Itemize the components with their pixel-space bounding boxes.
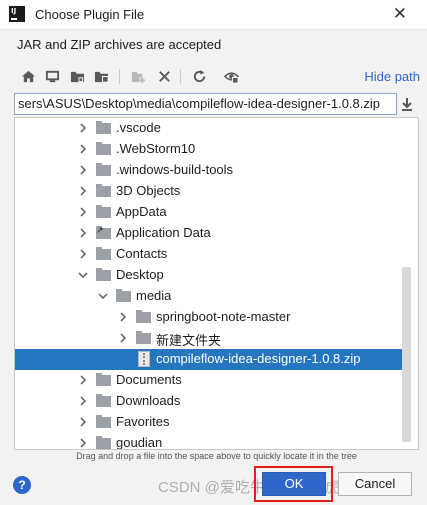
close-icon[interactable]: ✕ (393, 4, 407, 24)
tree-folder-item[interactable]: Contacts (15, 244, 405, 265)
chevron-right-icon[interactable] (117, 332, 129, 344)
tree-item-label: goudian (116, 435, 163, 450)
tree-folder-item[interactable]: springboot-note-master (15, 307, 405, 328)
chevron-right-icon[interactable] (77, 248, 89, 260)
hide-path-link[interactable]: Hide path (364, 69, 420, 84)
chevron-down-icon[interactable] (97, 290, 109, 302)
chevron-right-icon[interactable] (77, 416, 89, 428)
tree-folder-item[interactable]: Documents (15, 370, 405, 391)
tree-item-label: springboot-note-master (156, 309, 291, 324)
tree-folder-item[interactable]: Desktop (15, 265, 405, 286)
tree-folder-item[interactable]: ↗ Application Data (15, 223, 405, 244)
tree-item-label: Favorites (116, 414, 170, 429)
help-icon[interactable]: ? (13, 476, 31, 494)
delete-icon[interactable] (154, 66, 174, 86)
folder-icon (136, 331, 151, 344)
folder-shortcut-icon: ↗ (96, 226, 111, 239)
chevron-right-icon[interactable] (77, 206, 89, 218)
tree-folder-item[interactable]: AppData (15, 202, 405, 223)
tree-item-label: .windows-build-tools (116, 162, 234, 177)
folder-icon (96, 121, 111, 134)
tree-folder-item[interactable]: .vscode (15, 118, 405, 139)
folder-icon (96, 415, 111, 428)
folder-icon (96, 394, 111, 407)
chevron-right-icon[interactable] (77, 185, 89, 197)
path-input[interactable]: sers\ASUS\Desktop\media\compileflow-idea… (14, 93, 397, 115)
tree-item-label: Downloads (116, 393, 181, 408)
tree-item-label: AppData (116, 204, 167, 219)
tree-item-label: .vscode (116, 120, 161, 135)
chevron-right-icon[interactable] (77, 395, 89, 407)
tree-folder-item[interactable]: 3D Objects (15, 181, 405, 202)
tree-item-label: Application Data (116, 225, 211, 240)
module-folder-icon[interactable] (91, 66, 111, 86)
chevron-right-icon[interactable] (77, 374, 89, 386)
chevron-right-icon[interactable] (77, 437, 89, 449)
tree-folder-item[interactable]: Favorites (15, 412, 405, 433)
tree-folder-item[interactable]: .WebStorm10 (15, 139, 405, 160)
show-hidden-icon[interactable] (221, 66, 241, 86)
folder-icon (96, 163, 111, 176)
tree-item-label: 3D Objects (116, 183, 181, 198)
tree-folder-item[interactable]: Downloads (15, 391, 405, 412)
chevron-right-icon[interactable] (117, 311, 129, 323)
scrollbar-thumb[interactable] (402, 267, 411, 442)
highlight-annotation (254, 466, 333, 502)
tree-folder-item[interactable]: 新建文件夹 (15, 328, 405, 349)
tree-item-label: Documents (116, 372, 182, 387)
folder-icon (96, 373, 111, 386)
folder-icon (136, 310, 151, 323)
new-folder-icon[interactable] (128, 66, 148, 86)
toolbar-separator (180, 69, 181, 84)
folder-icon (96, 247, 111, 260)
home-icon[interactable] (18, 66, 38, 86)
tree-file-item[interactable]: compileflow-idea-designer-1.0.8.zip (15, 349, 405, 370)
refresh-icon[interactable] (189, 66, 209, 86)
cancel-button[interactable]: Cancel (338, 472, 412, 496)
chevron-down-icon[interactable] (77, 269, 89, 281)
folder-icon (96, 184, 111, 197)
tree-folder-item[interactable]: goudian (15, 433, 405, 450)
tree-item-label: Desktop (116, 267, 164, 282)
chevron-right-icon[interactable] (77, 143, 89, 155)
folder-icon (116, 289, 131, 302)
toolbar-separator (119, 69, 120, 84)
path-history-icon[interactable] (399, 96, 415, 112)
chevron-right-icon[interactable] (77, 122, 89, 134)
drag-drop-hint: Drag and drop a file into the space abov… (76, 451, 357, 461)
folder-icon (96, 268, 111, 281)
tree-folder-item[interactable]: .windows-build-tools (15, 160, 405, 181)
tree-item-label: .WebStorm10 (116, 141, 196, 156)
window-title: Choose Plugin File (35, 7, 145, 22)
project-folder-icon[interactable] (67, 66, 87, 86)
chevron-right-icon[interactable] (77, 164, 89, 176)
tree-item-label: Contacts (116, 246, 168, 261)
folder-icon (96, 205, 111, 218)
intellij-app-icon: IJ (9, 6, 25, 22)
zip-file-icon (138, 351, 150, 367)
title-bar: IJ Choose Plugin File ✕ (0, 0, 427, 30)
tree-folder-item[interactable]: media (15, 286, 405, 307)
folder-icon (96, 436, 111, 449)
tree-item-label: media (136, 288, 172, 303)
tree-item-label: compileflow-idea-designer-1.0.8.zip (156, 351, 361, 366)
folder-icon (96, 142, 111, 155)
desktop-icon[interactable] (42, 66, 62, 86)
chevron-right-icon[interactable] (77, 227, 89, 239)
dialog-description: JAR and ZIP archives are accepted (17, 37, 222, 52)
file-tree[interactable]: goudian Favorites Downloads Documents compil… (14, 117, 419, 450)
tree-item-label: 新建文件夹 (156, 333, 222, 348)
file-toolbar: Hide path (14, 66, 420, 88)
